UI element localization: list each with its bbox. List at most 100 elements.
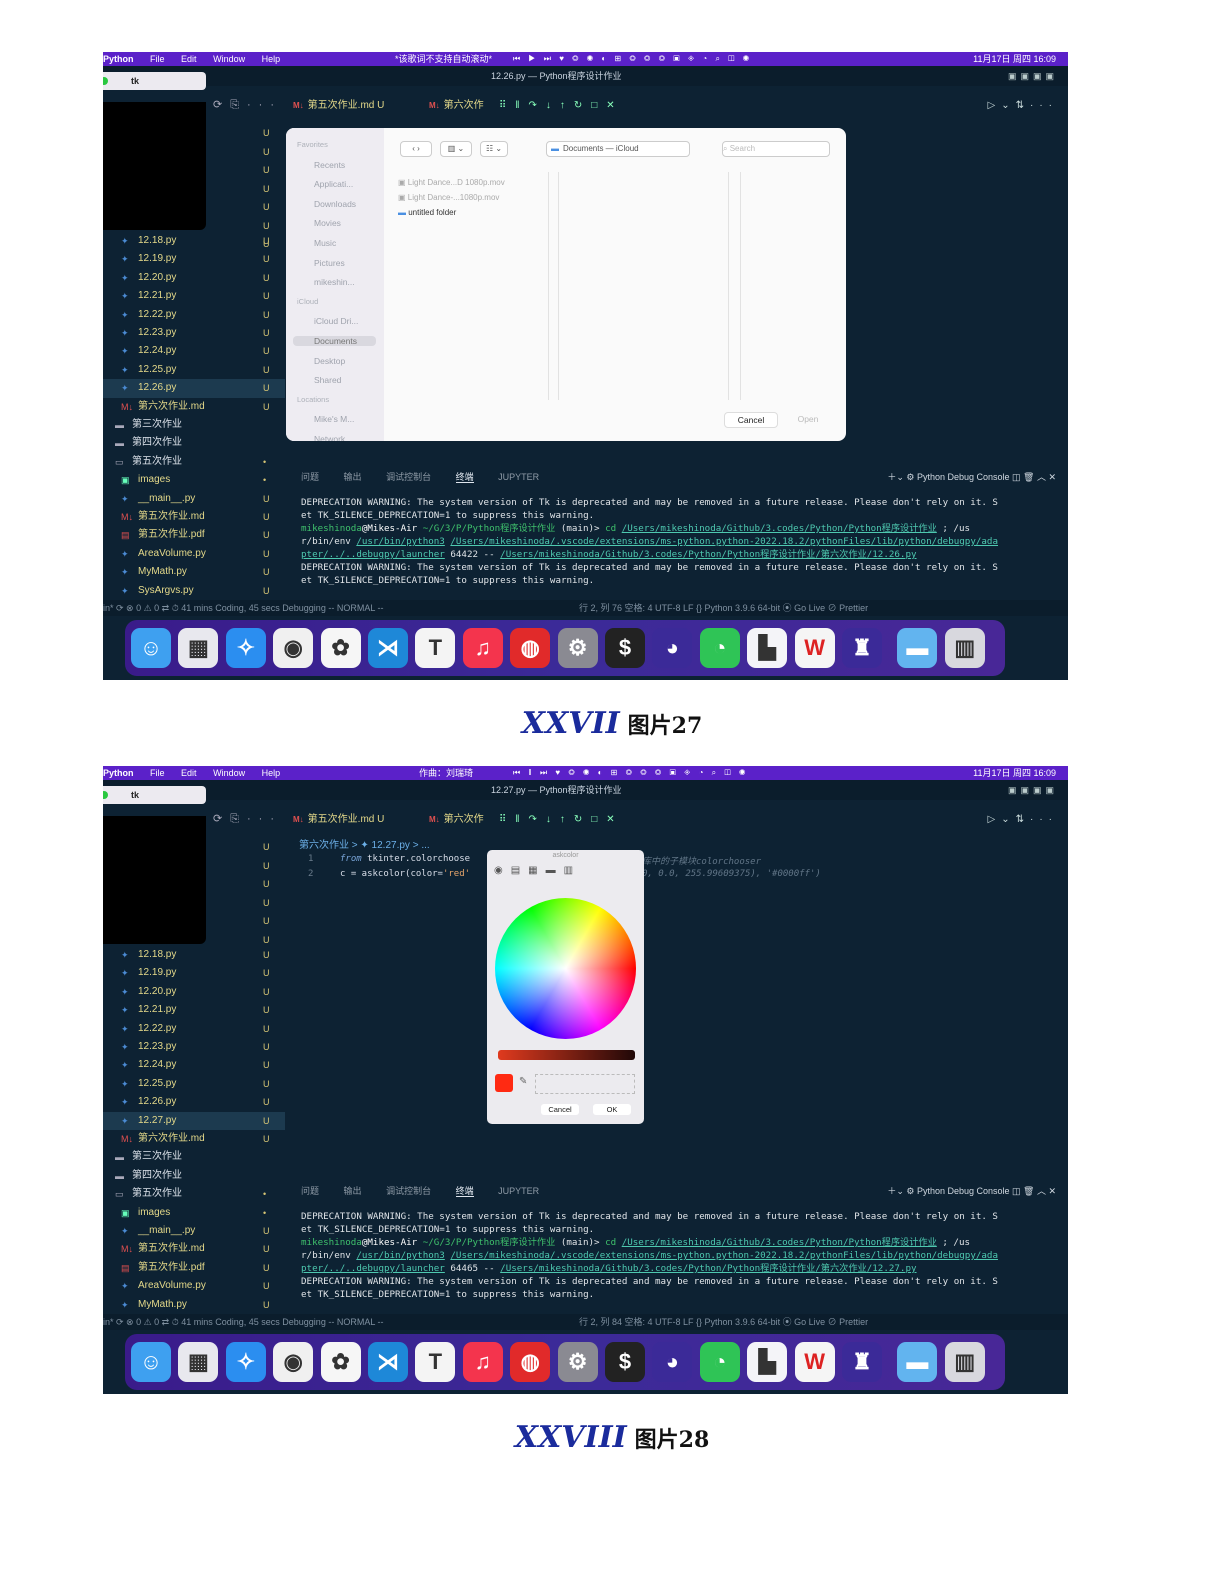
debug-toolbar[interactable]: ⠿‖↷↓↑↻□✕ — [499, 808, 624, 832]
typora-icon[interactable]: T — [415, 1342, 456, 1382]
file-tree-item[interactable]: ✦ 12.25.py U — [103, 1075, 285, 1093]
file-tree-item[interactable]: ✦ 12.21.py U — [103, 287, 285, 305]
typora-icon[interactable]: T — [415, 628, 456, 668]
wechat-icon[interactable]: ◔ — [699, 1342, 740, 1382]
terminal-icon[interactable]: $ — [605, 1342, 645, 1382]
explorer-actions[interactable]: ⟳⎘··· — [213, 98, 274, 112]
layout-icons[interactable]: ▣▣▣▣ — [1008, 780, 1058, 800]
menu-file[interactable]: File — [150, 54, 165, 64]
open-button[interactable]: Open — [782, 412, 834, 426]
file-tree-item[interactable]: M↓ 第六次作业.md U — [103, 1130, 285, 1148]
sidebar-item[interactable]: Downloads — [314, 199, 356, 209]
sidebar-item[interactable]: Desktop — [314, 356, 345, 366]
music-icon[interactable]: ♫ — [462, 1342, 503, 1382]
menu-edit[interactable]: Edit — [181, 54, 197, 64]
launchpad-icon[interactable]: ▦ — [178, 1342, 219, 1382]
sidebar-item[interactable]: mikeshin... — [314, 277, 355, 287]
file-tree-item[interactable]: ▬ 第四次作业 — [103, 1167, 285, 1185]
tab-jupyter[interactable]: JUPYTER — [498, 1186, 539, 1196]
tab-problems[interactable]: 问题 — [301, 1186, 319, 1196]
cancel-button[interactable]: Cancel — [724, 412, 778, 428]
color-mode-icons[interactable]: ◉▤▦▬▥ — [494, 865, 581, 876]
dialog-item-folder[interactable]: ▬ untitled folder — [398, 208, 456, 217]
photos-icon[interactable]: ✿ — [320, 628, 361, 668]
color-wheel[interactable] — [495, 898, 636, 1039]
trash-icon[interactable]: ▥ — [944, 1342, 985, 1382]
tab-output[interactable]: 输出 — [344, 1186, 362, 1196]
menu-edit[interactable]: Edit — [181, 768, 197, 778]
tk-window-tab[interactable]: tk — [103, 72, 206, 90]
chrome-icon[interactable]: ◉ — [273, 1342, 314, 1382]
terminal-icon[interactable]: $ — [605, 628, 645, 668]
sidebar-item[interactable]: Documents — [293, 336, 376, 346]
color-palette-slots[interactable] — [535, 1074, 635, 1094]
terminal-selector[interactable]: ＋⌄ ⚙ Python Debug Console ◫ 🗑 ︿ ✕ — [887, 1184, 1056, 1197]
menu-file[interactable]: File — [150, 768, 165, 778]
file-tree-item[interactable]: ✦ 12.22.py U — [103, 306, 285, 324]
folder-icon[interactable]: ▬ — [897, 628, 938, 668]
file-tree-item[interactable]: ✦ 12.25.py U — [103, 361, 285, 379]
sidebar-item[interactable]: iCloud Dri... — [314, 316, 358, 326]
menu-help[interactable]: Help — [262, 54, 281, 64]
qq-icon[interactable]: ◕ — [652, 628, 693, 668]
file-tree-item[interactable]: ▤ 第五次作业.pdf U — [103, 526, 285, 544]
file-tree-item[interactable]: ✦ 12.26.py U — [103, 379, 285, 398]
current-color-swatch[interactable] — [495, 1074, 513, 1092]
eyedropper-icon[interactable]: ✎ — [519, 1076, 527, 1087]
netease-music-icon[interactable]: ◍ — [510, 1342, 551, 1382]
menu-help[interactable]: Help — [262, 768, 281, 778]
finder-icon[interactable]: ☺ — [131, 1342, 171, 1382]
vscode-icon[interactable]: ⋊ — [368, 628, 408, 668]
tab-debug-console[interactable]: 调试控制台 — [386, 1186, 431, 1196]
code-line-2[interactable]: 2c = askcolor(color='red' 0, 0.0, 255.99… — [308, 869, 821, 879]
menu-window[interactable]: Window — [213, 768, 245, 778]
menu-window[interactable]: Window — [213, 54, 245, 64]
folder-icon[interactable]: ▬ — [897, 1342, 938, 1382]
editor-actions[interactable]: ▷⌄⇅··· — [988, 94, 1058, 118]
launchpad-icon[interactable]: ▦ — [178, 628, 219, 668]
ok-button[interactable]: OK — [593, 1104, 631, 1115]
sidebar-item[interactable]: Pictures — [314, 258, 345, 268]
file-tree-item[interactable]: ✦ 12.18.py U — [103, 946, 285, 964]
sidebar-item[interactable]: Music — [314, 238, 336, 248]
system-preferences-icon[interactable]: ⚙ — [557, 1342, 598, 1382]
tab-terminal[interactable]: 终端 — [455, 1186, 474, 1197]
debug-toolbar[interactable]: ⠿‖↷↓↑↻□✕ — [499, 94, 624, 118]
status-right[interactable]: 行 2, 列 76 空格: 4 UTF-8 LF {} Python 3.9.6… — [579, 600, 868, 616]
file-tree-item[interactable]: ✦ 12.23.py U — [103, 324, 285, 342]
file-tree-item[interactable]: ▬ 第三次作业 — [103, 1148, 285, 1166]
file-tree-item[interactable]: ✦ MyMath.py U — [103, 563, 285, 581]
file-tree-item[interactable]: ✦ MyMath.py U — [103, 1296, 285, 1314]
file-tree-item[interactable]: ▤ 第五次作业.pdf U — [103, 1259, 285, 1277]
view-mode-button[interactable]: ▥ ⌄ — [440, 141, 472, 157]
file-tree-item[interactable]: ✦ 12.24.py U — [103, 342, 285, 360]
file-tree-item[interactable]: ✦ 12.23.py U — [103, 1038, 285, 1056]
file-tree-item[interactable]: ▬ 第四次作业 — [103, 434, 285, 452]
tab-terminal[interactable]: 终端 — [455, 472, 474, 483]
location-select[interactable]: ▬ Documents — iCloud — [546, 141, 690, 157]
tab-jupyter[interactable]: JUPYTER — [498, 472, 539, 482]
sidebar-item[interactable]: Movies — [314, 218, 341, 228]
file-tree-item[interactable]: ▣ images • — [103, 471, 285, 489]
lark-icon[interactable]: ▙ — [747, 1342, 788, 1382]
menubar-status-icons[interactable]: ⏮ ‖ ⏭ ♥ ◎ ◉ ◐ ⊞ ◎ ◎ ◎ ▣ ◈ ◔ ⌕ ◫ ◉ — [513, 766, 748, 780]
photos-icon[interactable]: ✿ — [320, 1342, 361, 1382]
file-tree-item[interactable]: M↓ 第五次作业.md U — [103, 1240, 285, 1258]
file-tree-item[interactable]: ✦ 12.18.py U — [103, 232, 285, 250]
tab-debug-console[interactable]: 调试控制台 — [386, 472, 431, 482]
file-tree-item[interactable]: ▭ 第五次作业 • — [103, 453, 285, 471]
safari-icon[interactable]: ✧ — [225, 1342, 266, 1382]
code-line-1[interactable]: 1 from tkinter.colorchoose 库中的子模块colorcho… — [308, 854, 761, 867]
status-left[interactable]: in* ⟳ ⊗ 0 ⚠ 0 ⇄ ⏱ 41 mins Coding, 45 sec… — [103, 1314, 383, 1330]
menubar-status-icons[interactable]: ⏮ ▶ ⏭ ♥ ◎ ◉ ◐ ⊞ ◎ ◎ ◎ ▣ ◈ ◔ ⌕ ◫ ◉ — [513, 52, 752, 66]
menu-app-python[interactable]: Python — [103, 768, 134, 778]
file-tree-item[interactable]: ✦ AreaVolume.py U — [103, 1277, 285, 1295]
file-tree-item[interactable]: ✦ 12.20.py U — [103, 269, 285, 287]
tab-md[interactable]: M↓ 第五次作业.md U — [293, 94, 384, 118]
chrome-icon[interactable]: ◉ — [273, 628, 314, 668]
file-tree-item[interactable]: ✦ 12.26.py U — [103, 1093, 285, 1111]
status-right[interactable]: 行 2, 列 84 空格: 4 UTF-8 LF {} Python 3.9.6… — [579, 1314, 868, 1330]
music-icon[interactable]: ♫ — [462, 628, 503, 668]
breadcrumb[interactable]: 第六次作业 > ✦ 12.27.py > ... — [299, 836, 430, 851]
sidebar-item[interactable]: Network — [314, 434, 345, 441]
